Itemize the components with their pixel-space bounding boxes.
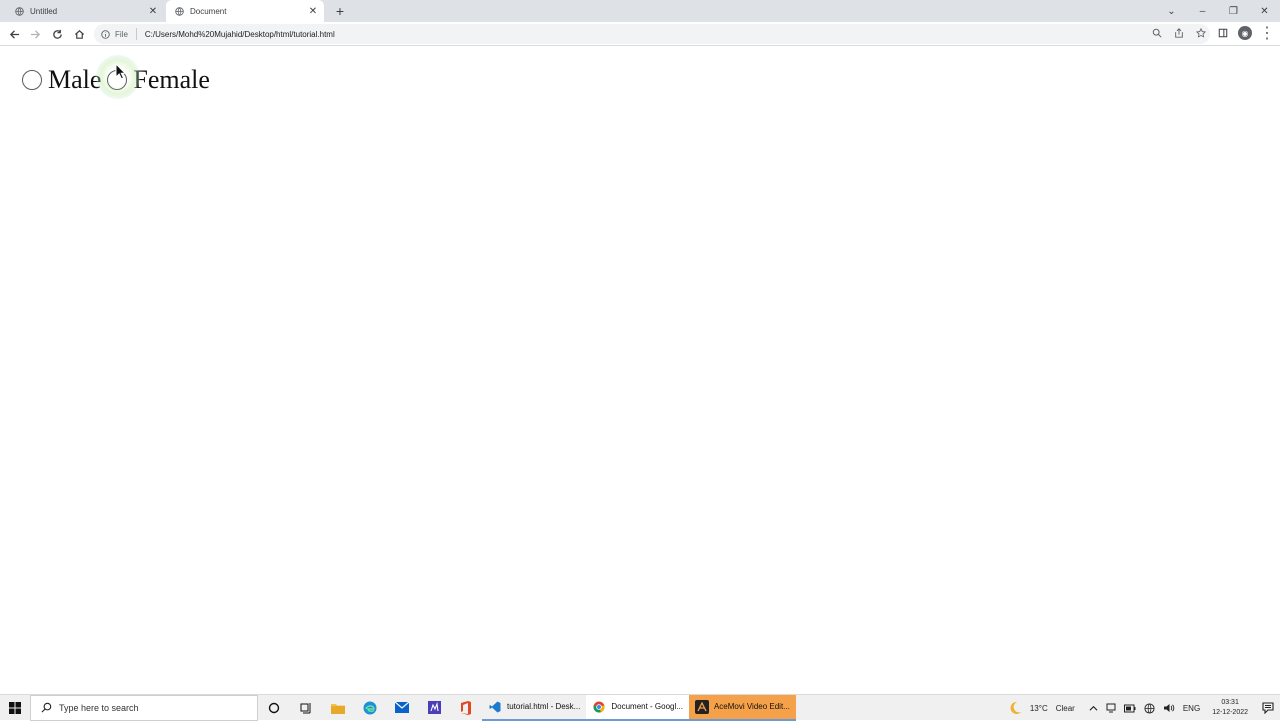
menu-icon[interactable]: ⋮ [1259,25,1275,42]
tab-search-icon[interactable]: ⌄ [1156,0,1187,22]
battery-icon[interactable] [1123,704,1136,713]
divider [135,28,137,40]
system-tray: 13°C Clear ENG 03:31 12-12-2022 [1004,695,1280,721]
taskbar-app-acemovi[interactable]: AceMovi Video Edit... [688,694,796,721]
cortana-icon[interactable] [258,695,290,721]
reload-icon[interactable] [49,26,65,42]
language-indicator[interactable]: ENG [1183,704,1200,713]
taskbar-app-vscode[interactable]: tutorial.html - Desk... [482,695,587,721]
radio-female[interactable] [107,70,128,90]
address-bar[interactable]: File C:/Users/Mohd%20Mujahid/Desktop/htm… [94,24,1210,44]
chrome-icon [592,700,606,714]
tab-close-icon[interactable]: ✕ [146,4,160,18]
zoom-icon[interactable] [1150,26,1164,40]
taskbar-app-chrome[interactable]: Document - Googl... [586,694,689,721]
network-icon[interactable] [1144,702,1155,714]
device-icon[interactable] [1106,703,1116,713]
browser-toolbar: File C:/Users/Mohd%20Mujahid/Desktop/htm… [0,22,1280,46]
restore-icon[interactable]: ❐ [1218,0,1249,22]
tab-close-icon[interactable]: ✕ [306,4,320,18]
clock-date: 12-12-2022 [1212,709,1248,716]
url-text[interactable]: C:/Users/Mohd%20Mujahid/Desktop/html/tut… [145,30,335,39]
notification-icon[interactable] [1256,702,1280,714]
mail-icon[interactable] [386,695,418,721]
vscode-icon [488,700,502,714]
radio-label-male: Male [48,65,102,94]
pen-app-icon[interactable] [418,695,450,721]
home-icon[interactable] [71,26,87,42]
omnibox-actions [1150,26,1208,40]
tab-title: Untitled [30,6,58,16]
file-explorer-icon[interactable] [322,695,354,721]
globe-icon [14,6,24,16]
taskbar-search[interactable]: Type here to search [30,694,258,721]
clock[interactable]: 03:31 12-12-2022 [1212,698,1248,718]
edge-icon[interactable] [354,695,386,721]
tab-untitled[interactable]: Untitled ✕ [6,0,164,22]
side-panel-icon[interactable] [1216,25,1230,41]
task-view-icon[interactable] [290,695,322,721]
globe-icon [174,6,184,16]
toolbar-right: ◉ ⋮ [1216,25,1275,42]
taskbar-app-label: tutorial.html - Desk... [507,702,581,711]
gender-radio-group: Male Female [22,65,216,95]
site-info-icon[interactable] [100,29,110,39]
scheme-label: File [115,29,128,39]
bookmark-star-icon[interactable] [1194,26,1208,40]
taskbar-app-label: Document - Googl... [611,702,683,711]
windows-start-icon[interactable] [0,695,30,721]
volume-icon[interactable] [1163,703,1175,713]
acemovi-icon [694,699,709,714]
taskbar-app-label: AceMovi Video Edit... [713,702,790,711]
taskbar: Type here to search tutorial.html - Desk… [0,694,1280,721]
share-icon[interactable] [1172,26,1186,40]
office-icon[interactable] [450,695,482,721]
tab-document[interactable]: Document ✕ [166,0,324,22]
window-controls: ⌄ – ❐ ✕ [1156,0,1280,22]
chevron-up-icon[interactable] [1089,704,1098,713]
radio-label-female: Female [133,65,210,94]
radio-male[interactable] [22,70,42,90]
minimize-icon[interactable]: – [1187,0,1218,22]
forward-icon[interactable] [27,26,43,42]
weather-condition[interactable]: Clear [1056,704,1075,713]
weather-moon-icon[interactable] [1008,701,1022,715]
weather-temp[interactable]: 13°C [1030,704,1048,713]
search-icon [39,702,53,713]
avatar[interactable]: ◉ [1238,26,1252,40]
clock-time: 03:31 [1221,699,1239,706]
new-tab-icon[interactable]: + [332,3,348,19]
tab-title: Document [190,6,227,16]
close-window-icon[interactable]: ✕ [1249,0,1280,22]
search-placeholder: Type here to search [59,702,139,713]
page-content: Male Female [0,47,1280,694]
back-icon[interactable] [6,26,22,42]
tab-strip: Untitled ✕ Document ✕ + ⌄ – ❐ ✕ [0,0,1280,22]
